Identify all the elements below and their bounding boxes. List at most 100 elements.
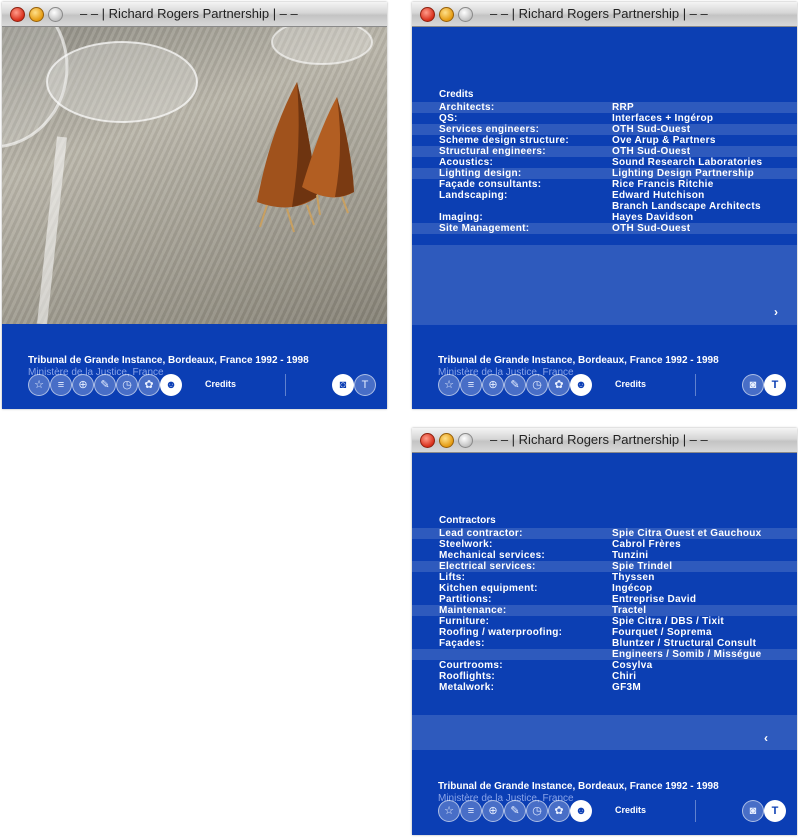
contractors-panel: Contractors Lead contractor: Spie Citra O… [412, 453, 797, 750]
row-label: Site Management: [439, 223, 530, 234]
row-value: Ove Arup & Partners [612, 135, 716, 146]
window-contractors: – – | Richard Rogers Partnership | – – C… [412, 428, 797, 835]
section-heading: Contractors [439, 515, 496, 526]
row-label: Partitions: [439, 594, 492, 605]
minimize-button[interactable] [439, 433, 454, 448]
flower-icon[interactable]: ✿ [138, 374, 160, 396]
star-icon[interactable]: ☆ [438, 800, 460, 822]
row-value: Engineers / Somib / Misségue [612, 649, 762, 660]
star-icon[interactable]: ☆ [438, 374, 460, 396]
flower-icon[interactable]: ✿ [548, 800, 570, 822]
camera-icon[interactable]: ◙ [742, 800, 764, 822]
toolbar: ☆ ≡ ⊕ ✎ ◷ ✿ ☻ Credits ◙ T [412, 367, 797, 409]
row-label: Furniture: [439, 616, 490, 627]
row-value: GF3M [612, 682, 641, 693]
toolbar-divider [695, 374, 696, 396]
camera-icon[interactable]: ◙ [742, 374, 764, 396]
plan-icon[interactable]: ⊕ [482, 800, 504, 822]
prev-arrow[interactable]: ‹ [764, 731, 768, 745]
close-button[interactable] [420, 433, 435, 448]
row-value: Ingécop [612, 583, 653, 594]
row-value: Spie Citra Ouest et Gauchoux [612, 528, 762, 539]
zoom-button[interactable] [458, 7, 473, 22]
window-title: – – | Richard Rogers Partnership | – – [80, 6, 298, 21]
person-icon[interactable]: ☻ [570, 800, 592, 822]
project-title: Tribunal de Grande Instance, Bordeaux, F… [438, 781, 719, 792]
star-icon[interactable]: ☆ [28, 374, 50, 396]
text-icon[interactable]: T [764, 800, 786, 822]
row-value: Sound Research Laboratories [612, 157, 763, 168]
row-label: Scheme design structure: [439, 135, 570, 146]
credits-panel: Credits Architects: RRP QS: Interfaces + In… [412, 27, 797, 325]
project-photo [2, 27, 387, 324]
row-label: Steelwork: [439, 539, 493, 550]
person-icon[interactable]: ☻ [160, 374, 182, 396]
row-label: Lifts: [439, 572, 466, 583]
minimize-button[interactable] [439, 7, 454, 22]
pen-icon[interactable]: ✎ [94, 374, 116, 396]
row-label: Metalwork: [439, 682, 495, 693]
person-icon[interactable]: ☻ [570, 374, 592, 396]
project-title: Tribunal de Grande Instance, Bordeaux, F… [438, 355, 719, 366]
row-label: Lead contractor: [439, 528, 523, 539]
list-icon[interactable]: ≡ [460, 374, 482, 396]
row-value: Cabrol Frères [612, 539, 681, 550]
row-value: Lighting Design Partnership [612, 168, 754, 179]
text-icon[interactable]: T [764, 374, 786, 396]
row-label: Acoustics: [439, 157, 494, 168]
row-label: Landscaping: [439, 190, 508, 201]
close-button[interactable] [10, 7, 25, 22]
title-bar[interactable]: – – | Richard Rogers Partnership | – – [2, 2, 387, 27]
project-title: Tribunal de Grande Instance, Bordeaux, F… [28, 355, 309, 366]
row-value: Spie Citra / DBS / Tixit [612, 616, 725, 627]
content-area: Contractors Lead contractor: Spie Citra O… [412, 453, 797, 835]
row-label: Mechanical services: [439, 550, 546, 561]
list-icon[interactable]: ≡ [50, 374, 72, 396]
close-button[interactable] [420, 7, 435, 22]
minimize-button[interactable] [29, 7, 44, 22]
row-value: Edward Hutchison [612, 190, 705, 201]
row-value: Hayes Davidson [612, 212, 694, 223]
row-value: Spie Trindel [612, 561, 673, 572]
next-arrow[interactable]: › [774, 305, 778, 319]
pen-icon[interactable]: ✎ [504, 374, 526, 396]
row-value: Interfaces + Ingérop [612, 113, 714, 124]
row-value: Tractel [612, 605, 647, 616]
clock-icon[interactable]: ◷ [116, 374, 138, 396]
row-label: Façade consultants: [439, 179, 542, 190]
toolbar: ☆ ≡ ⊕ ✎ ◷ ✿ ☻ Credits ◙ T [412, 793, 797, 835]
title-bar[interactable]: – – | Richard Rogers Partnership | – – [412, 2, 797, 27]
toolbar-divider [285, 374, 286, 396]
row-label: Imaging: [439, 212, 484, 223]
clock-icon[interactable]: ◷ [526, 374, 548, 396]
row-label: QS: [439, 113, 458, 124]
pen-icon[interactable]: ✎ [504, 800, 526, 822]
clock-icon[interactable]: ◷ [526, 800, 548, 822]
row-value: Tunzini [612, 550, 649, 561]
text-icon[interactable]: T [354, 374, 376, 396]
row-label: Rooflights: [439, 671, 496, 682]
flower-icon[interactable]: ✿ [548, 374, 570, 396]
list-icon[interactable]: ≡ [460, 800, 482, 822]
row-label: Courtrooms: [439, 660, 503, 671]
row-value: OTH Sud-Ouest [612, 223, 691, 234]
toolbar-label: Credits [615, 805, 647, 815]
toolbar-label: Credits [615, 379, 647, 389]
plan-icon[interactable]: ⊕ [482, 374, 504, 396]
plan-icon[interactable]: ⊕ [72, 374, 94, 396]
zoom-button[interactable] [48, 7, 63, 22]
row-label: Lighting design: [439, 168, 522, 179]
toolbar-divider [695, 800, 696, 822]
row-value: RRP [612, 102, 635, 113]
row-label: Electrical services: [439, 561, 536, 572]
row-value: Bluntzer / Structural Consult [612, 638, 757, 649]
content-area: Tribunal de Grande Instance, Bordeaux, F… [2, 27, 387, 409]
content-area: Credits Architects: RRP QS: Interfaces + In… [412, 27, 797, 409]
zoom-button[interactable] [458, 433, 473, 448]
row-value: Chiri [612, 671, 637, 682]
row-value: Rice Francis Ritchie [612, 179, 714, 190]
row-label: Architects: [439, 102, 495, 113]
row-label: Maintenance: [439, 605, 507, 616]
camera-icon[interactable]: ◙ [332, 374, 354, 396]
title-bar[interactable]: – – | Richard Rogers Partnership | – – [412, 428, 797, 453]
